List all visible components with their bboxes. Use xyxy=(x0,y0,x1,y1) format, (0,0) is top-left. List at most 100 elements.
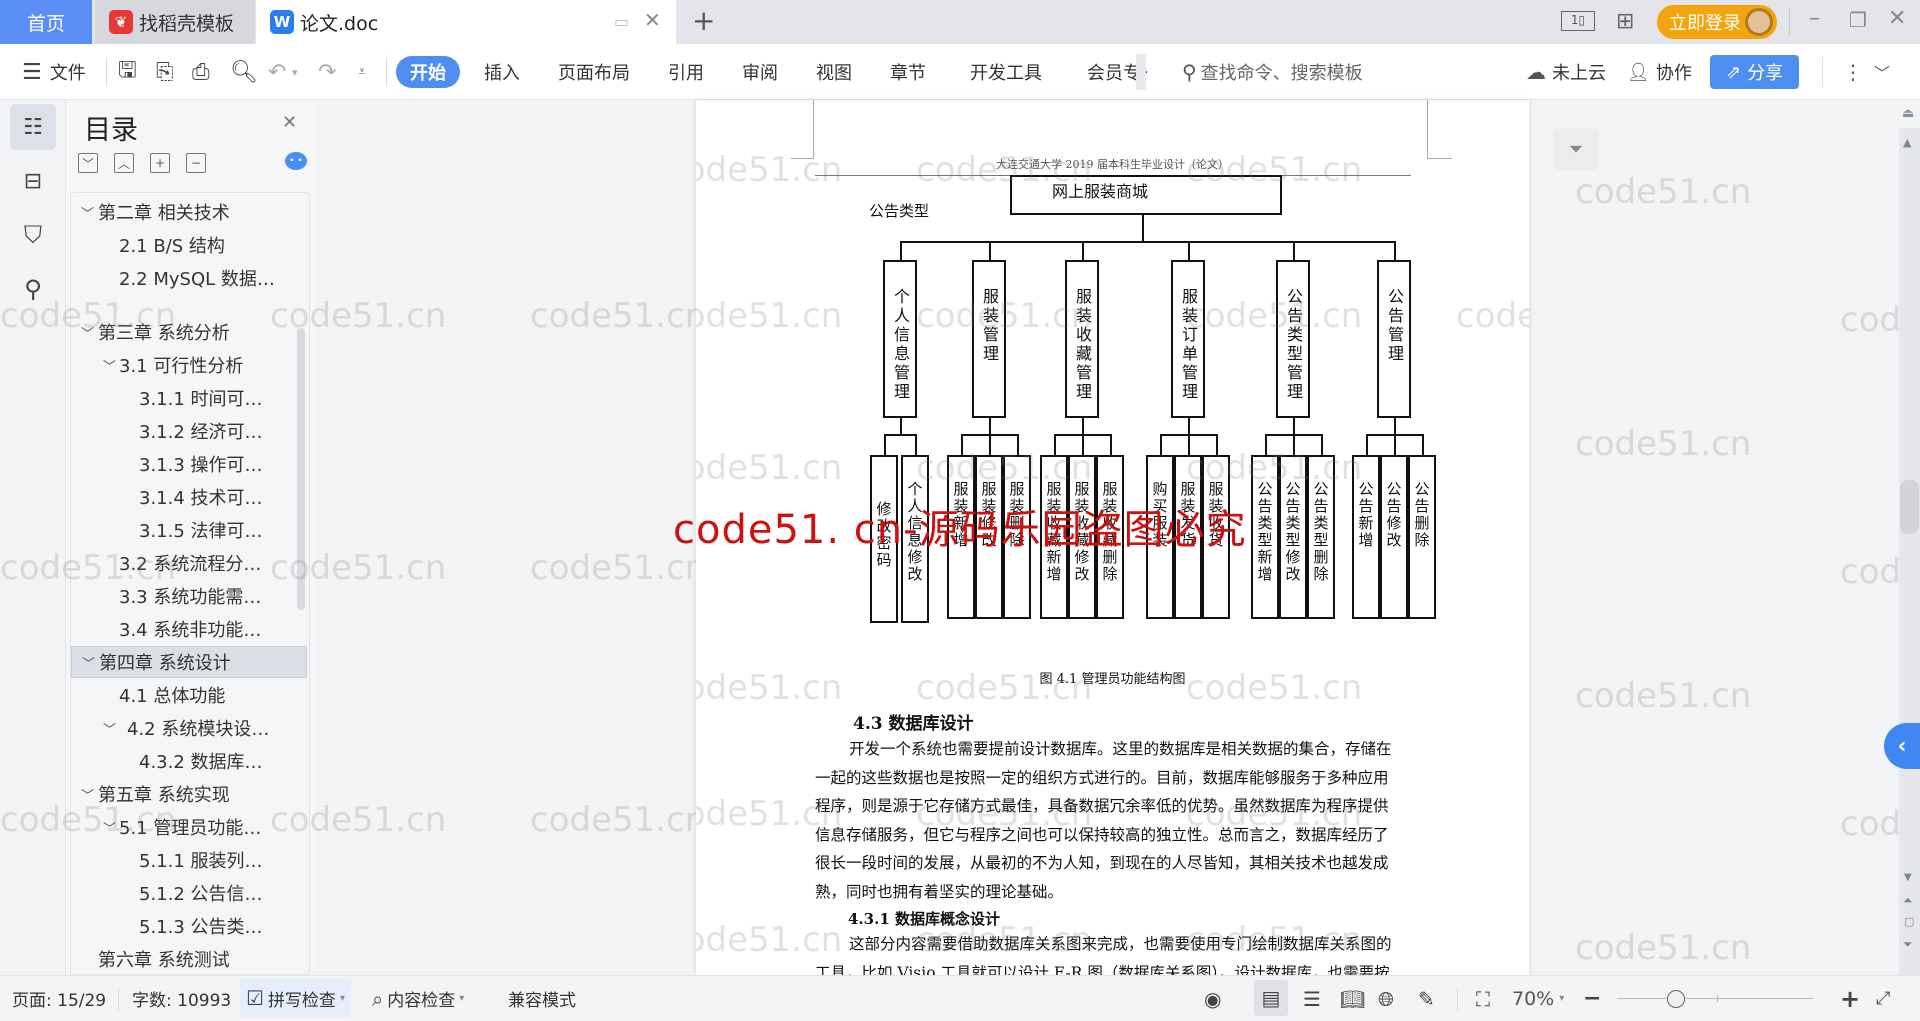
toc-item[interactable]: ﹀ 5.1 管理员功能… xyxy=(71,811,307,843)
add-level-icon[interactable]: + xyxy=(150,153,170,173)
toc-item[interactable]: ﹀ 第五章 系统实现 xyxy=(71,778,307,810)
bookmark-icon[interactable]: ⛉ xyxy=(10,212,56,258)
content-check-button[interactable]: ⌕ 内容检查 ▾ xyxy=(372,976,464,1021)
page-view-icon[interactable]: 1▯ xyxy=(1561,11,1595,31)
print-icon[interactable]: ⎙ xyxy=(192,44,210,100)
zoom-out-button[interactable]: − xyxy=(1583,976,1601,1021)
scrollbar-thumb[interactable] xyxy=(1900,480,1919,534)
scroll-top-icon[interactable]: ⏏ xyxy=(1902,106,1914,121)
save-icon[interactable]: 🖫 xyxy=(118,44,137,100)
page-indicator[interactable]: 页面: 15/29 xyxy=(12,976,106,1021)
collapse-up-icon[interactable]: ︿ xyxy=(114,153,134,173)
expand-chevron-icon[interactable]: ﹀ xyxy=(103,818,116,837)
toc-item[interactable]: 3.1.1 时间可… xyxy=(71,382,307,414)
next-page-icon[interactable]: ⏷ xyxy=(1903,937,1913,952)
spell-check-button[interactable]: ☑ 拼写检查 ▾ xyxy=(240,979,351,1017)
toc-item[interactable]: 2.1 B/S 结构 xyxy=(71,229,307,261)
remove-level-icon[interactable]: − xyxy=(186,153,206,173)
ribbon-tab-review[interactable]: 审阅 xyxy=(742,44,778,100)
ribbon-tab-page-layout[interactable]: 页面布局 xyxy=(558,44,630,100)
expand-chevron-icon[interactable]: ﹀ xyxy=(81,203,94,222)
close-tab-icon[interactable]: ✕ xyxy=(644,8,661,32)
export-icon[interactable]: ⎘ xyxy=(156,44,174,100)
toc-item[interactable]: 3.1.4 技术可… xyxy=(71,481,307,513)
toc-panel-icon[interactable]: ☷ xyxy=(10,104,56,150)
ribbon-tab-insert[interactable]: 插入 xyxy=(484,44,520,100)
undo-dropdown-icon[interactable]: ▾ xyxy=(292,44,298,100)
page-view-icon[interactable]: ▤ xyxy=(1254,980,1288,1016)
chapter-nav-icon[interactable]: ⊟ xyxy=(10,158,56,204)
ribbon-tab-chapter[interactable]: 章节 xyxy=(890,44,926,100)
zoom-slider-thumb[interactable] xyxy=(1666,990,1685,1008)
tab-home[interactable]: 首页 xyxy=(0,0,92,44)
web-view-icon[interactable]: 🌐︎ xyxy=(1378,976,1394,1021)
ribbon-tab-references[interactable]: 引用 xyxy=(668,44,704,100)
select-browse-object-icon[interactable]: ▢ xyxy=(1904,915,1914,928)
login-button[interactable]: 立即登录 xyxy=(1657,5,1777,39)
toc-item[interactable]: 5.1.1 服装列… xyxy=(71,844,307,876)
toc-item[interactable]: 4.3.2 数据库… xyxy=(71,745,307,777)
expand-chevron-icon[interactable]: ﹀ xyxy=(103,356,116,375)
toc-item[interactable]: 5.1.3 公告类… xyxy=(71,910,307,942)
ribbon-tab-developer[interactable]: 开发工具 xyxy=(970,44,1042,100)
toc-item[interactable]: ﹀ 第二章 相关技术 xyxy=(71,196,307,228)
toc-item[interactable]: 3.2 系统流程分… xyxy=(71,547,307,579)
compat-mode-label[interactable]: 兼容模式 xyxy=(508,976,576,1021)
command-search-input[interactable]: ⚲ 查找命令、搜索模板 xyxy=(1182,44,1363,100)
expand-chevron-icon[interactable]: ﹀ xyxy=(81,323,94,342)
file-menu-button[interactable]: ☰ 文件 xyxy=(22,44,86,100)
zoom-level-dropdown[interactable]: 70% ▾ xyxy=(1512,976,1564,1021)
expand-chevron-icon[interactable]: ﹀ xyxy=(81,785,94,804)
undo-icon[interactable]: ↶ xyxy=(268,44,286,100)
eye-protection-icon[interactable]: ◉ xyxy=(1204,976,1221,1021)
zoom-slider-track[interactable] xyxy=(1617,998,1813,999)
toc-item[interactable]: 3.1.3 操作可… xyxy=(71,448,307,480)
tab-daoke-templates[interactable]: ❦ 找稻壳模板 xyxy=(95,0,255,44)
toc-item[interactable]: 3.1.2 经济可… xyxy=(71,415,307,447)
toc-item[interactable]: 3.1.5 法律可… xyxy=(71,514,307,546)
side-panel-toggle[interactable]: ‹ xyxy=(1884,723,1920,769)
minimize-icon[interactable]: – xyxy=(1809,6,1820,31)
toc-item[interactable]: 2.2 MySQL 数据… xyxy=(71,262,307,294)
toc-item[interactable]: 4.1 总体功能 xyxy=(71,679,307,711)
toc-item[interactable]: ﹀ 第四章 系统设计 xyxy=(71,646,307,678)
document-page[interactable]: 大连交通大学 2019 届本科生毕业设计（论文） 公告类型 网上服装商城 个人信息… xyxy=(696,100,1529,975)
outline-view-icon[interactable]: ☰ xyxy=(1303,976,1321,1021)
quick-access-dropdown-icon[interactable]: ⩡ xyxy=(358,44,366,100)
tab-document[interactable]: W 论文.doc ▭ ✕ xyxy=(256,0,676,44)
fullscreen-icon[interactable]: ⤢ xyxy=(1876,976,1890,1021)
ribbon-tab-view[interactable]: 视图 xyxy=(816,44,852,100)
more-options-icon[interactable]: ⋮ xyxy=(1843,44,1863,100)
cloud-status-button[interactable]: ☁ 未上云 xyxy=(1526,44,1606,100)
toc-item[interactable]: ﹀ 4.2 系统模块设… xyxy=(71,712,307,744)
collapse-ribbon-icon[interactable]: ﹀ xyxy=(1874,44,1890,100)
toc-item[interactable]: ﹀ 3.1 可行性分析 xyxy=(71,349,307,381)
expand-chevron-icon[interactable]: ﹀ xyxy=(103,719,116,738)
close-panel-icon[interactable]: ✕ xyxy=(282,112,297,133)
more-options-icon[interactable]: • • xyxy=(285,152,307,170)
scroll-up-icon[interactable]: ▲ xyxy=(1903,136,1911,149)
restore-icon[interactable]: ❐ xyxy=(1849,8,1867,32)
filter-button[interactable]: ⏷ xyxy=(1555,130,1597,168)
scroll-down-icon[interactable]: ▼ xyxy=(1904,872,1912,883)
expand-chevron-icon[interactable]: ﹀ xyxy=(82,653,95,672)
toc-item[interactable]: 3.4 系统非功能… xyxy=(71,613,307,645)
share-button[interactable]: ⇗ 分享 xyxy=(1710,44,1800,100)
toc-item[interactable]: 3.3 系统功能需… xyxy=(71,580,307,612)
new-tab-icon[interactable]: + xyxy=(692,4,715,37)
reading-view-icon[interactable]: 📖︎ xyxy=(1340,976,1365,1021)
fit-page-icon[interactable]: ⛶ xyxy=(1476,976,1490,1021)
search-icon[interactable]: ⚲ xyxy=(10,266,56,312)
float-window-icon[interactable]: ▭ xyxy=(614,12,629,31)
word-count[interactable]: 字数: 10993 xyxy=(132,976,231,1021)
write-mode-icon[interactable]: ✎ xyxy=(1418,976,1435,1021)
apps-grid-icon[interactable]: ⊞ xyxy=(1616,9,1634,34)
vertical-scrollbar[interactable] xyxy=(1899,128,1920,975)
toc-item[interactable]: 第六章 系统测试 xyxy=(71,943,307,974)
collaborate-button[interactable]: 👤︎ 协作 xyxy=(1627,44,1692,100)
toc-item[interactable]: 5.1.2 公告信… xyxy=(71,877,307,909)
toc-scrollbar[interactable] xyxy=(297,328,305,610)
expand-all-icon[interactable]: ﹀ xyxy=(78,153,98,173)
redo-icon[interactable]: ↷ xyxy=(318,44,336,100)
previous-page-icon[interactable]: ⏶ xyxy=(1903,893,1913,908)
